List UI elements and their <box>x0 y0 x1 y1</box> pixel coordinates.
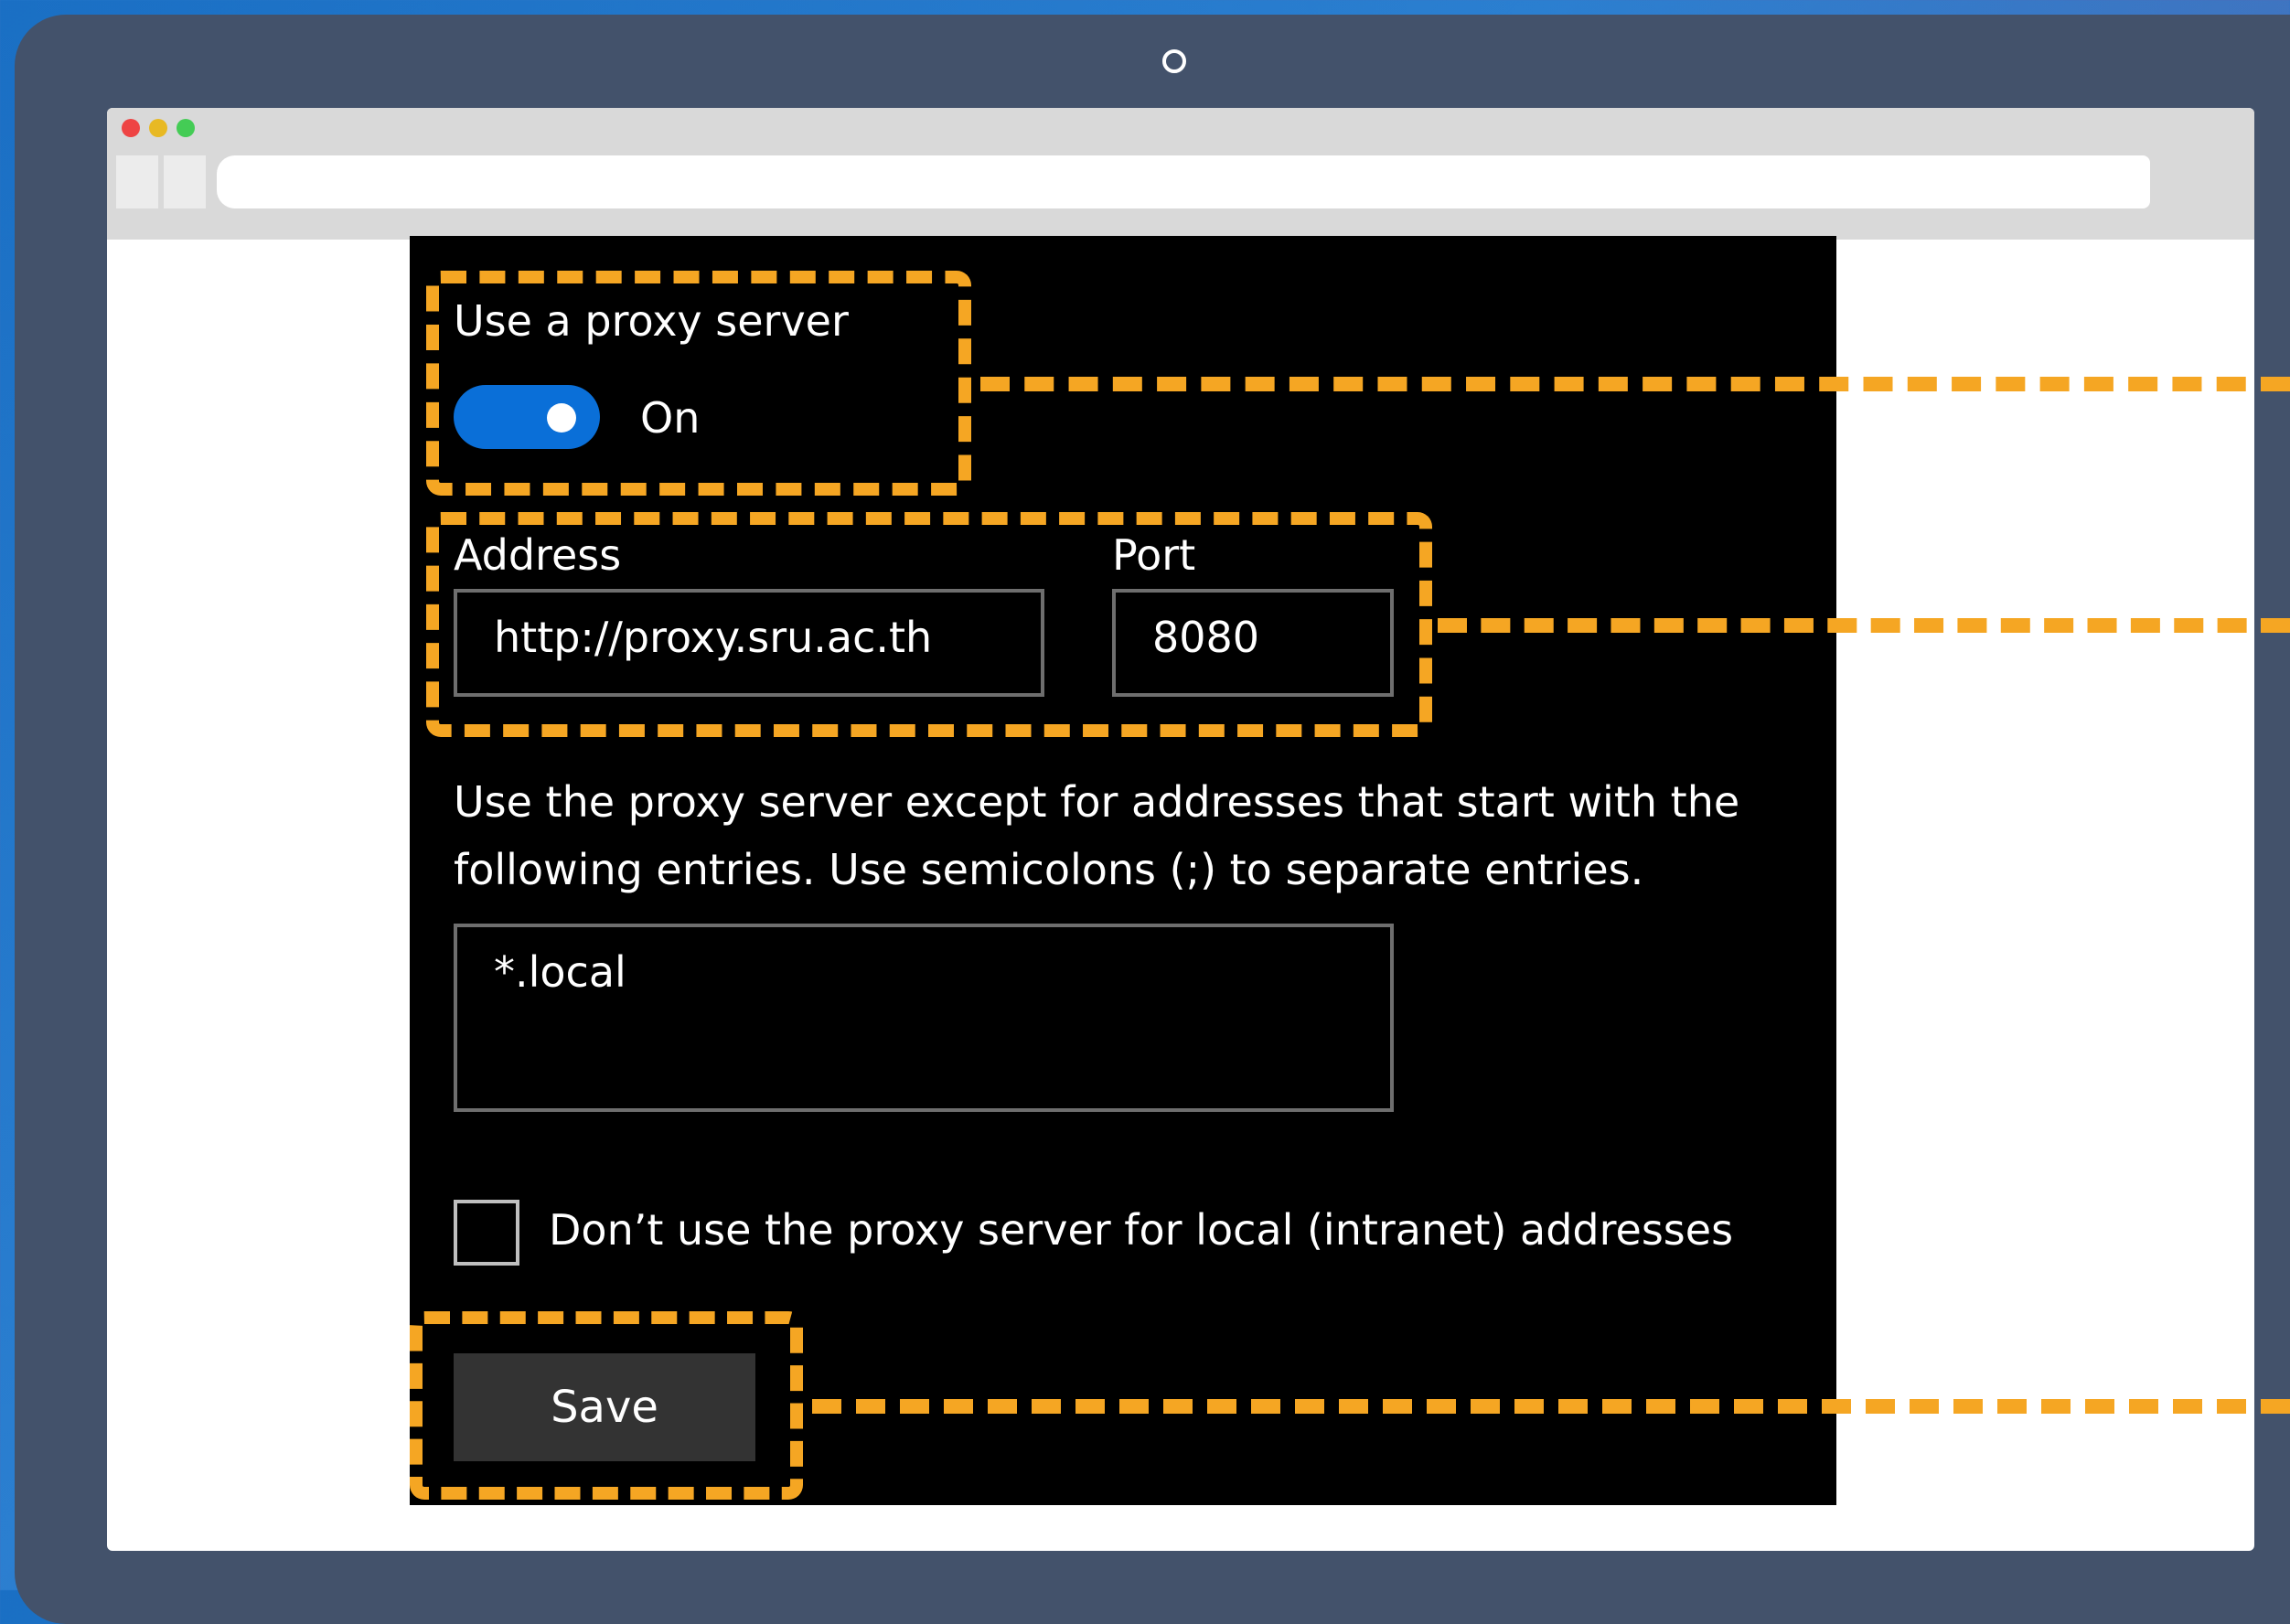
local-bypass-label: Don’t use the proxy server for local (in… <box>549 1205 1734 1255</box>
back-button[interactable] <box>116 155 158 208</box>
proxy-settings-panel: Use a proxy server On Address Port http:… <box>410 236 1836 1505</box>
camera-icon <box>1162 49 1186 73</box>
proxy-heading: Use a proxy server <box>454 296 849 346</box>
port-label: Port <box>1112 530 1196 580</box>
exceptions-description: Use the proxy server except for addresse… <box>454 777 1740 894</box>
address-field[interactable]: http://proxy.sru.ac.th <box>454 589 1044 697</box>
browser-toolbar <box>107 108 2254 240</box>
port-field[interactable]: 8080 <box>1112 589 1394 697</box>
address-value: http://proxy.sru.ac.th <box>494 613 933 662</box>
port-value: 8080 <box>1152 613 1260 662</box>
toggle-knob <box>547 403 576 433</box>
close-window-dot[interactable] <box>122 119 140 137</box>
exceptions-field[interactable]: *.local <box>454 924 1394 1112</box>
toggle-state-label: On <box>640 393 701 443</box>
local-bypass-checkbox[interactable] <box>454 1200 519 1266</box>
save-button[interactable]: Save <box>454 1353 755 1461</box>
maximize-window-dot[interactable] <box>177 119 195 137</box>
proxy-toggle[interactable] <box>454 385 600 449</box>
browser-search-bar[interactable] <box>1684 155 2150 208</box>
address-bar[interactable] <box>217 155 1750 208</box>
minimize-window-dot[interactable] <box>149 119 167 137</box>
forward-button[interactable] <box>164 155 206 208</box>
address-label: Address <box>454 530 622 580</box>
exceptions-value: *.local <box>494 947 626 997</box>
